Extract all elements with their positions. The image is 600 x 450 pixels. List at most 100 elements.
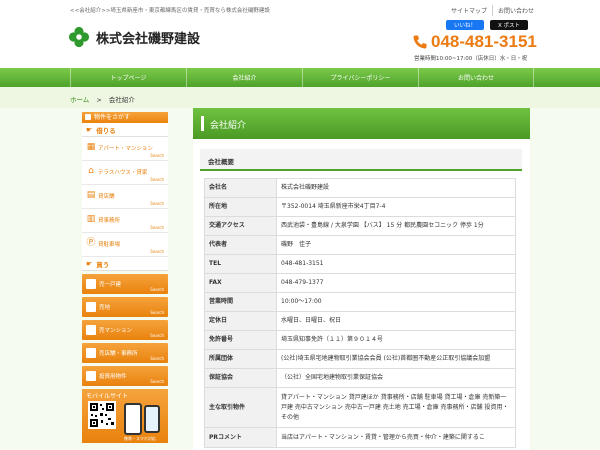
rent-header: ☛ 借りる <box>82 123 168 137</box>
nav-company[interactable]: 会社紹介 <box>186 68 302 87</box>
row-label: 代表者 <box>204 235 277 255</box>
sidebar-item-label: 売一戸建 <box>99 282 122 288</box>
row-label: 保証協会 <box>204 368 277 388</box>
business-hours: 営業時間10:00~17:00（店休日）水・日・祝 <box>414 56 528 62</box>
facebook-like-button[interactable]: いいね！ <box>446 20 484 30</box>
building-icon <box>86 325 96 335</box>
rent-header-label: 借りる <box>96 126 116 135</box>
search-badge: Search <box>150 177 164 182</box>
phone-number: 048-481-3151 <box>431 32 537 51</box>
sidebar-item-house-for-sale[interactable]: 売一戸建 Search <box>82 274 168 294</box>
land-icon <box>86 302 96 312</box>
x-post-button[interactable]: X ポスト <box>490 20 528 30</box>
site-logo[interactable]: 株式会社磯野建設 <box>68 26 200 48</box>
mobile-site-note: 携帯・スマホ対応 <box>124 436 156 441</box>
sidebar-item-label: 貸事務所 <box>98 218 121 224</box>
office-icon: ▥ <box>86 214 96 224</box>
row-label: 交通アクセス <box>204 216 277 236</box>
row-value: 西武池袋・豊島線 / 大泉学園 【バス】 15 分 都民農園セコニック 停歩 1… <box>276 216 516 236</box>
sidebar-item-label: 売地 <box>99 305 111 311</box>
nav-top-page[interactable]: トップページ <box>70 68 186 87</box>
row-value: 貸アパート・マンション 貸戸建ほか 貸事務所・店舗 駐車場 貸工場・倉庫 売新築… <box>276 387 516 428</box>
building-icon: ▦ <box>86 142 96 152</box>
row-value: 048-479-1377 <box>276 273 516 293</box>
row-value: 磯野 佳子 <box>276 235 516 255</box>
mobile-phone-icon <box>124 403 142 435</box>
table-row: 免許番号 埼玉県知事免許（１１）第９０１４号 <box>204 330 516 350</box>
sidebar-item-label: テラスハウス・貸家 <box>98 170 148 176</box>
sidebar-item-label: 売店舗・事務所 <box>99 351 138 357</box>
sidebar-item-investment[interactable]: 投資用物件 Search <box>82 366 168 386</box>
row-value: 10:00～17:00 <box>276 292 516 312</box>
house-icon <box>86 279 96 289</box>
section-header: 会社概要 <box>200 149 522 171</box>
row-label: TEL <box>204 254 277 274</box>
breadcrumb-separator: > <box>96 96 102 104</box>
sidebar-item-rental-office[interactable]: ▥ 貸事務所 Search <box>82 209 168 233</box>
sidebar-item-label: アパート・マンション <box>98 146 153 152</box>
company-name: 株式会社磯野建設 <box>96 31 201 47</box>
sidebar-item-label: 貸駐車場 <box>98 242 121 248</box>
smartphone-icon <box>144 405 160 433</box>
store-icon: ▤ <box>86 190 96 200</box>
row-value: (公社)埼玉県宅地建物取引業協会会員 (公社)首都圏不動産公正取引協議会加盟 <box>276 349 516 369</box>
section-title: 会社概要 <box>208 158 234 166</box>
sidebar-item-store-office-for-sale[interactable]: 売店舗・事務所 Search <box>82 343 168 363</box>
row-value: 埼玉県知事免許（１１）第９０１４号 <box>276 330 516 350</box>
contact-link[interactable]: お問い合わせ <box>492 5 539 16</box>
pointing-hand-icon: ☛ <box>86 259 93 268</box>
sidebar-item-condo-for-sale[interactable]: 売マンション Search <box>82 320 168 340</box>
parking-icon: Ⓟ <box>86 238 96 248</box>
nav-privacy-policy[interactable]: プライバシーポリシー <box>302 68 418 87</box>
house-icon: ⌂ <box>88 166 94 176</box>
row-label: 営業時間 <box>204 292 277 312</box>
qr-code-icon <box>88 401 116 429</box>
row-label: 所属団体 <box>204 349 277 369</box>
row-value: （公社）全国宅地建物取引業保証協会 <box>276 368 516 388</box>
search-badge: Search <box>150 249 164 254</box>
table-row: FAX 048-479-1377 <box>204 273 516 293</box>
sidebar-item-rental-store[interactable]: ▤ 貸店舗 Search <box>82 185 168 209</box>
page-header: 会社紹介 <box>193 108 530 139</box>
table-row: 代表者 磯野 佳子 <box>204 235 516 255</box>
company-info-table: 会社名 株式会社磯野建設 所在地 〒352-0014 埼玉県新座市栄4丁目7-4… <box>204 178 516 448</box>
mobile-site-banner[interactable]: モバイルサイト 携帯・スマホ対応 <box>82 389 168 443</box>
phone-block[interactable]: 048-481-3151 <box>412 32 537 52</box>
buy-header-label: 買う <box>96 260 110 269</box>
search-badge: Search <box>150 201 164 206</box>
sitemap-link[interactable]: サイトマップ <box>446 5 492 16</box>
breadcrumb-current: 会社紹介 <box>108 96 135 104</box>
search-badge: Search <box>150 225 164 230</box>
table-row: 所在地 〒352-0014 埼玉県新座市栄4丁目7-4 <box>204 197 516 217</box>
breadcrumb-home[interactable]: ホーム <box>70 96 89 104</box>
search-badge: Search <box>150 379 164 384</box>
site-tagline: <<会社紹介>>埼玉県新座市・東京都練馬区の賃貸・売買なら株式会社磯野建設 <box>70 8 270 14</box>
search-badge: Search <box>150 356 164 361</box>
sidebar-item-terrace-house[interactable]: ⌂ テラスハウス・貸家 Search <box>82 161 168 185</box>
sidebar-item-land[interactable]: 売地 Search <box>82 297 168 317</box>
sidebar-item-apartment[interactable]: ▦ アパート・マンション Search <box>82 137 168 161</box>
site-header: <<会社紹介>>埼玉県新座市・東京都練馬区の賃貸・売買なら株式会社磯野建設 サイ… <box>0 0 600 68</box>
page-title: 会社紹介 <box>210 121 247 131</box>
pointing-hand-icon: ☛ <box>86 125 93 134</box>
table-row: 所属団体 (公社)埼玉県宅地建物取引業協会会員 (公社)首都圏不動産公正取引協議… <box>204 349 516 369</box>
search-badge: Search <box>150 333 164 338</box>
row-value: 水曜日、日曜日、祝日 <box>276 311 516 331</box>
sidebar-item-parking[interactable]: Ⓟ 貸駐車場 Search <box>82 233 168 257</box>
sidebar-item-label: 売マンション <box>99 328 133 334</box>
row-label: 定休日 <box>204 311 277 331</box>
search-badge: Search <box>150 153 164 158</box>
sidebar-item-label: 貸店舗 <box>98 194 115 200</box>
global-nav: トップページ 会社紹介 プライバシーポリシー お問い合わせ <box>0 68 600 87</box>
table-row: PRコメント 当店はアパート・マンション・賃貸・管理から売買・仲介・建築に関する… <box>204 427 516 448</box>
sidebar: 物件をさがす ☛ 借りる ▦ アパート・マンション Search ⌂ テラスハウ… <box>82 112 168 443</box>
top-links: サイトマップ お問い合わせ <box>446 5 539 16</box>
row-label: 所在地 <box>204 197 277 217</box>
breadcrumb: ホーム > 会社紹介 <box>70 94 135 104</box>
table-row: TEL 048-481-3151 <box>204 254 516 274</box>
nav-contact[interactable]: お問い合わせ <box>418 68 534 87</box>
sidebar-item-label: 投資用物件 <box>99 374 127 380</box>
investment-icon <box>86 371 96 381</box>
row-label: PRコメント <box>204 427 277 448</box>
search-badge: Search <box>150 287 164 292</box>
